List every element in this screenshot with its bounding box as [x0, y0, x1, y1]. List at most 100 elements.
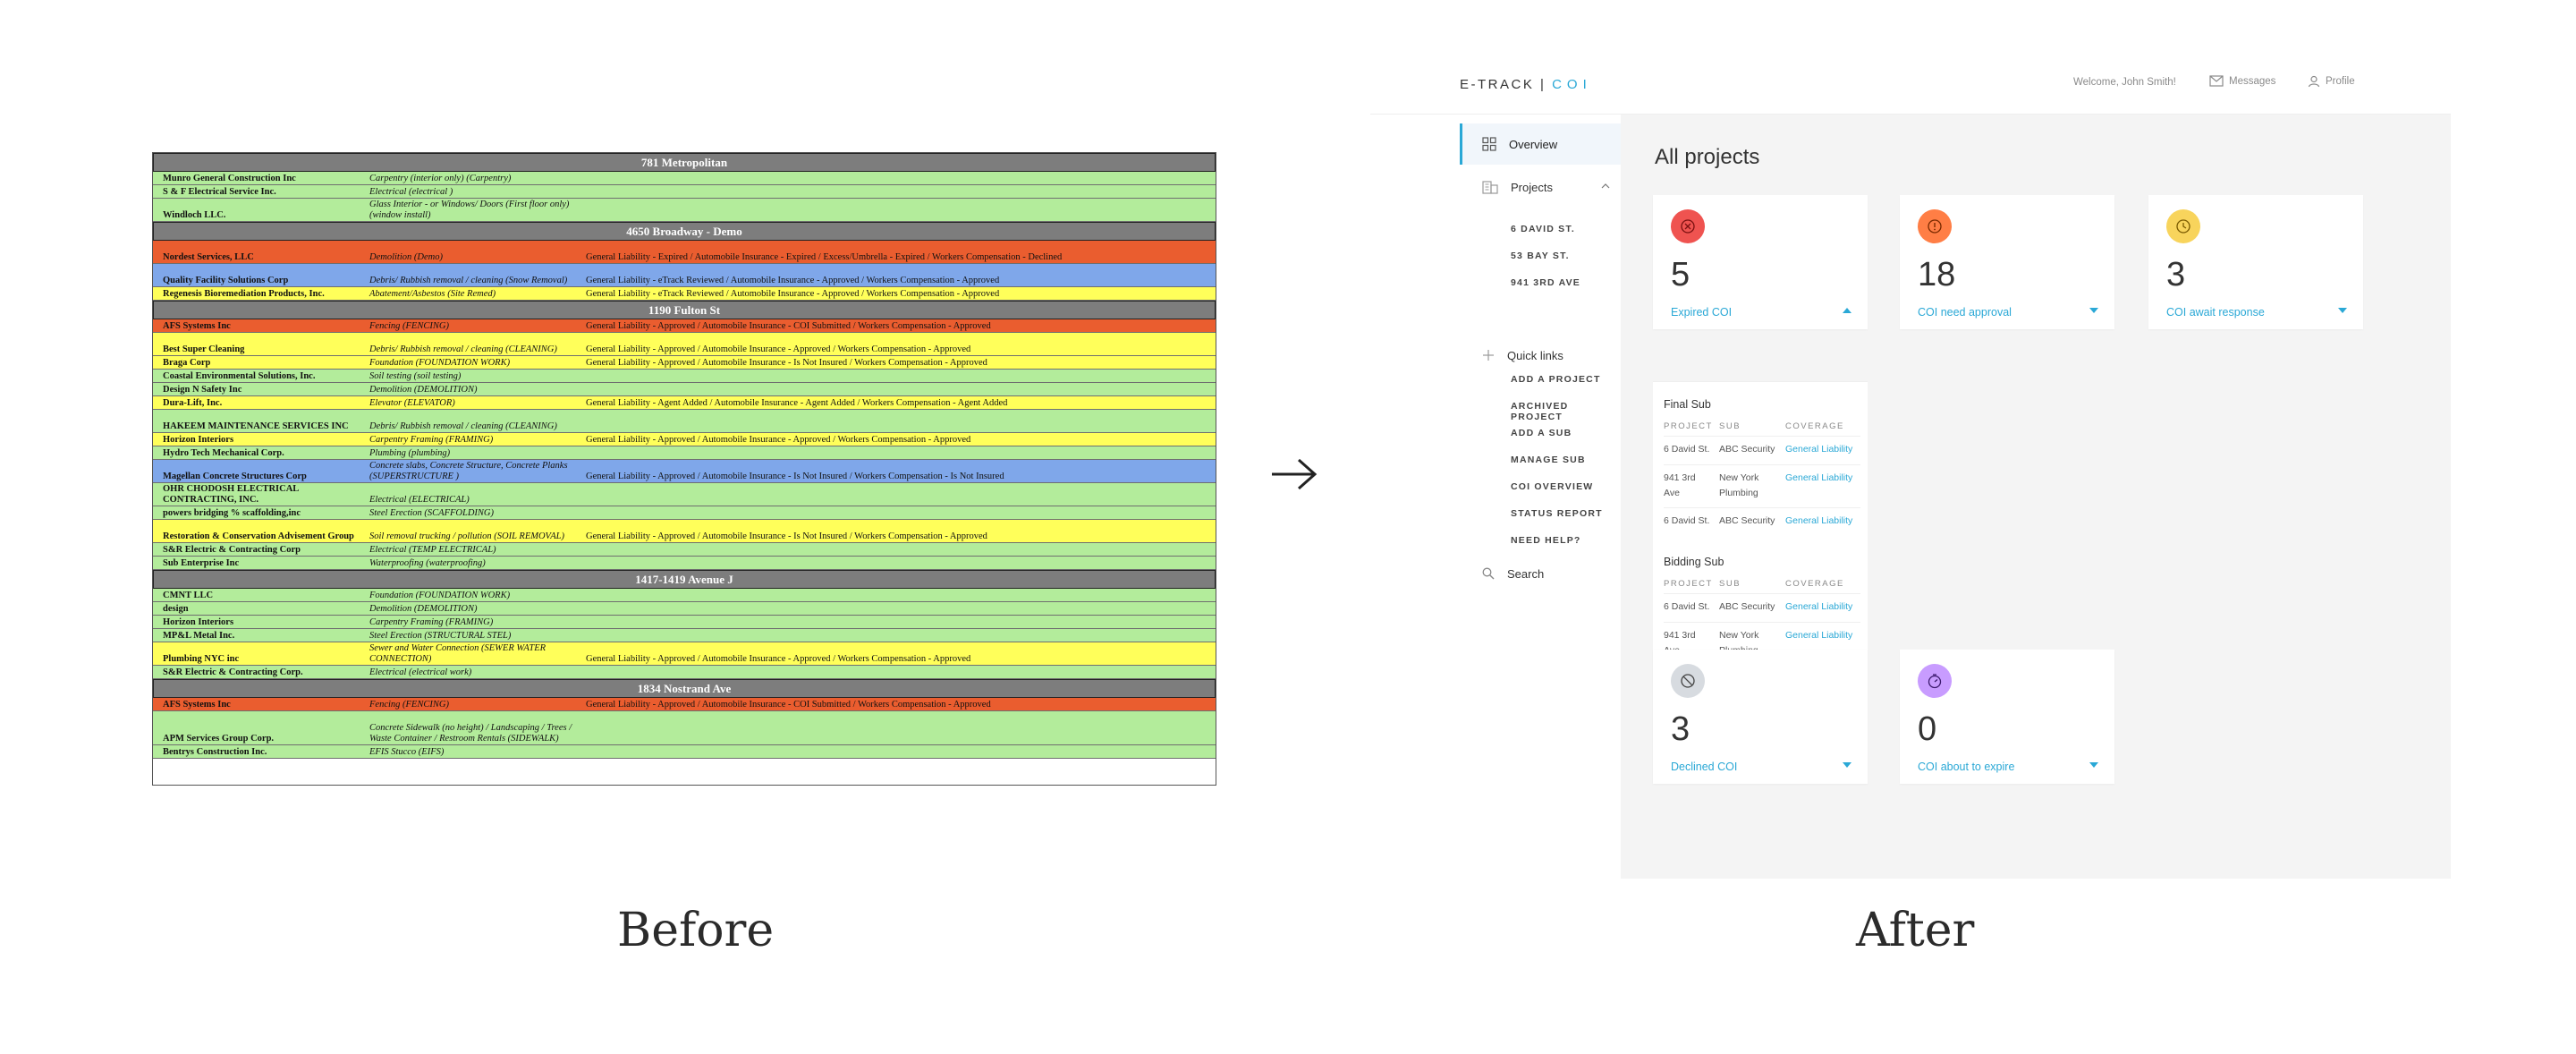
column-header: PROJECT: [1664, 579, 1713, 589]
sidebar-item-projects[interactable]: Projects: [1460, 172, 1621, 202]
sheet-cell-status: [584, 172, 1216, 184]
cell-sub: New York Plumbing: [1719, 472, 1759, 498]
chevron-down-icon[interactable]: [2338, 308, 2347, 313]
sheet-row: powers bridging % scaffolding,inc Steel E…: [153, 506, 1216, 520]
table-row[interactable]: 6 David St. ABC Security General Liabili…: [1664, 593, 1860, 622]
cell-coverage-link[interactable]: General Liability: [1785, 599, 1852, 615]
sheet-project-header: 781 Metropolitan: [153, 153, 1216, 172]
sidebar-project-item[interactable]: 941 3RD AVE: [1511, 277, 1580, 288]
status-badge: [1671, 664, 1705, 698]
sheet-row: S&R Electric & Contracting Corp Electrica…: [153, 543, 1216, 557]
table-row[interactable]: 6 David St. ABC Security General Liabili…: [1664, 436, 1860, 464]
sheet-cell-scope: Debris/ Rubbish removal / cleaning (CLEA…: [369, 421, 557, 431]
chevron-up-icon[interactable]: [1601, 183, 1610, 190]
sheet-row: Windloch LLC. Glass Interior - or Windows…: [153, 199, 1216, 222]
sheet-row: Regenesis Bioremediation Products, Inc. A…: [153, 287, 1216, 301]
ban-icon: [1681, 674, 1695, 688]
sheet-cell-company: Dura-Lift, Inc.: [163, 397, 223, 408]
sheet-cell-scope: Carpentry (interior only) (Carpentry): [369, 173, 512, 183]
sheet-row: Restoration & Conservation Advisement Gr…: [153, 520, 1216, 543]
sidebar-item-overview[interactable]: Overview: [1460, 123, 1621, 165]
card-declined-coi[interactable]: 3 Declined COI: [1653, 650, 1868, 784]
column-header: SUB: [1719, 421, 1741, 431]
sheet-cell-status: [584, 557, 1216, 569]
sheet-cell-company: S&R Electric & Contracting Corp: [163, 544, 301, 555]
sheet-cell-company: Plumbing NYC inc: [163, 653, 240, 664]
status-badge: [2166, 209, 2200, 243]
sheet-row: AFS Systems Inc Fencing (FENCING) General …: [153, 698, 1216, 711]
sheet-cell-status: [584, 410, 1216, 432]
cell-coverage-link[interactable]: General Liability: [1785, 628, 1852, 643]
sheet-cell-scope: Debris/ Rubbish removal / cleaning (Snow…: [369, 275, 568, 285]
sheet-cell-scope: Glass Interior - or Windows/ Doors (Firs…: [369, 200, 570, 220]
sheet-cell-scope: Debris/ Rubbish removal / cleaning (CLEA…: [369, 344, 557, 354]
quick-link-status-report[interactable]: STATUS REPORT: [1511, 508, 1603, 519]
chevron-down-icon[interactable]: [2089, 308, 2098, 313]
messages-link[interactable]: Messages: [2209, 75, 2275, 87]
quick-link-archived-project[interactable]: ARCHIVED PROJECT: [1511, 401, 1621, 422]
sheet-cell-status: General Liability - Approved / Automobil…: [586, 434, 971, 445]
sheet-cell-status: [584, 185, 1216, 198]
sidebar-project-item[interactable]: 53 BAY ST.: [1511, 251, 1570, 261]
cell-coverage-link[interactable]: General Liability: [1785, 442, 1852, 457]
sheet-cell-status: General Liability - Agent Added / Automo…: [586, 397, 1008, 408]
sidebar-project-item[interactable]: 6 DAVID ST.: [1511, 224, 1575, 234]
expired-coi-detail: Final Sub PROJECT SUB COVERAGE 6 David S…: [1653, 381, 1868, 669]
quick-link-need-help[interactable]: NEED HELP?: [1511, 535, 1581, 546]
quick-link-manage-sub[interactable]: MANAGE SUB: [1511, 455, 1586, 465]
timer-icon: [1928, 674, 1942, 689]
sheet-cell-scope: Electrical (ELECTRICAL): [369, 494, 470, 505]
quick-link-coi-overview[interactable]: COI OVERVIEW: [1511, 481, 1593, 492]
table-row[interactable]: 6 David St. ABC Security General Liabili…: [1664, 507, 1860, 536]
table-row[interactable]: 941 3rd Ave New York Plumbing General Li…: [1664, 464, 1860, 507]
cell-sub: ABC Security: [1719, 515, 1775, 526]
sheet-row: Sub Enterprise Inc Waterproofing (waterpr…: [153, 557, 1216, 570]
card-label: COI about to expire: [1918, 761, 2015, 773]
cell-coverage-link[interactable]: General Liability: [1785, 514, 1852, 529]
sheet-cell-company: Best Super Cleaning: [163, 344, 245, 354]
sidebar-item-quick-links[interactable]: Quick links: [1460, 342, 1621, 369]
sheet-cell-scope: Carpentry Framing (FRAMING): [369, 616, 494, 627]
chevron-up-icon[interactable]: [1843, 308, 1852, 313]
sheet-cell-scope: Concrete Sidewalk (no height) / Landscap…: [369, 723, 572, 744]
card-expired-coi[interactable]: 5 Expired COI: [1653, 195, 1868, 329]
sheet-cell-scope: Abatement/Asbestos (Site Remed): [369, 288, 496, 299]
messages-label: Messages: [2229, 75, 2276, 87]
main-content: All projects 5 Expired COI Final Sub PRO…: [1621, 115, 2451, 879]
profile-link[interactable]: Profile: [2308, 75, 2355, 88]
sheet-cell-status: [584, 370, 1216, 382]
quick-link-add-project[interactable]: ADD A PROJECT: [1511, 374, 1601, 385]
sheet-cell-company: Braga Corp: [163, 357, 211, 368]
cell-project: 6 David St.: [1664, 601, 1710, 612]
sheet-project-header: 4650 Broadway - Demo: [153, 222, 1216, 241]
chevron-down-icon[interactable]: [1843, 762, 1852, 768]
sheet-cell-scope: Concrete slabs, Concrete Structure, Conc…: [369, 461, 568, 481]
cell-coverage-link[interactable]: General Liability: [1785, 471, 1852, 486]
quick-link-add-sub[interactable]: ADD A SUB: [1511, 428, 1572, 438]
top-bar: E-TRACK | COI Welcome, John Smith! Messa…: [1370, 61, 2451, 115]
sheet-cell-scope: Foundation (FOUNDATION WORK): [369, 590, 511, 600]
status-badge: [1671, 209, 1705, 243]
sheet-cell-status: [584, 199, 1216, 221]
sidebar: Overview Projects 6 DAVID ST. 53 BAY ST.…: [1460, 115, 1621, 879]
logo[interactable]: E-TRACK | COI: [1460, 77, 1592, 92]
chevron-down-icon[interactable]: [2089, 762, 2098, 768]
sheet-row: Horizon Interiors Carpentry Framing (FRAM…: [153, 616, 1216, 629]
sheet-cell-scope: Steel Erection (SCAFFOLDING): [369, 507, 494, 518]
sheet-cell-scope: Demolition (Demo): [369, 251, 443, 262]
plus-icon: [1483, 350, 1494, 361]
before-caption: Before: [617, 904, 775, 957]
card-coi-await-response[interactable]: 3 COI await response: [2148, 195, 2363, 329]
sheet-cell-company: Horizon Interiors: [163, 616, 234, 627]
card-coi-need-approval[interactable]: 18 COI need approval: [1900, 195, 2114, 329]
sheet-row: Braga Corp Foundation (FOUNDATION WORK) Ge…: [153, 356, 1216, 370]
sheet-cell-status: [584, 602, 1216, 615]
sheet-cell-status: [584, 666, 1216, 678]
sidebar-item-label: Projects: [1511, 180, 1553, 194]
grid-icon: [1482, 137, 1496, 151]
sidebar-item-search[interactable]: Search: [1460, 560, 1621, 587]
etrack-app: E-TRACK | COI Welcome, John Smith! Messa…: [1370, 61, 2451, 879]
sheet-cell-status: [584, 383, 1216, 395]
card-coi-about-to-expire[interactable]: 0 COI about to expire: [1900, 650, 2114, 784]
sheet-cell-scope: Electrical (TEMP ELECTRICAL): [369, 544, 496, 555]
